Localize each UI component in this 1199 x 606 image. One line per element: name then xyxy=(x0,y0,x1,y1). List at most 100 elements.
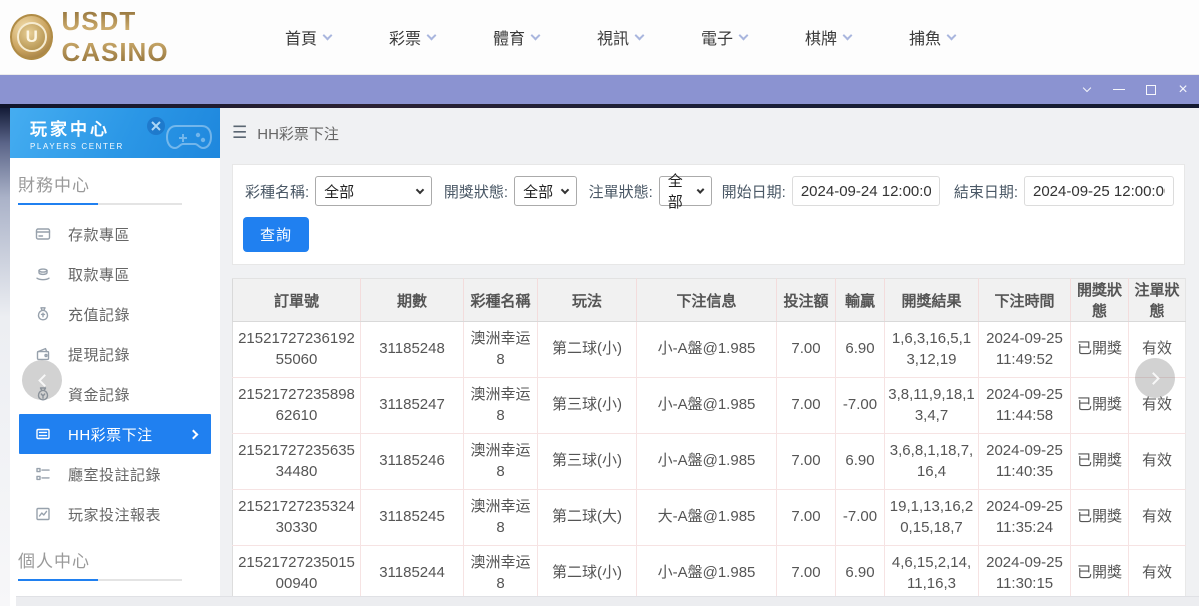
column-header: 開獎結果 xyxy=(884,278,979,322)
lottery-bet-icon xyxy=(35,426,51,442)
sidebar-item-label: 取款專區 xyxy=(68,266,131,284)
table-cell: 第三球(小) xyxy=(537,433,637,490)
section-underline xyxy=(18,203,182,205)
deposit-icon xyxy=(35,226,51,242)
chevron-right-icon xyxy=(188,429,199,439)
nav-item-label: 首頁 xyxy=(284,31,317,48)
table-cell: 小-A盤@1.985 xyxy=(636,545,777,602)
table-cell: 2024-09-25 11:49:52 xyxy=(978,321,1071,378)
table-cell: 3,8,11,9,18,13,4,7 xyxy=(884,377,979,434)
nav-item-label: 捕魚 xyxy=(908,31,941,48)
table-cell: 2024-09-25 11:44:58 xyxy=(978,377,1071,434)
window-titlebar: × xyxy=(0,75,1199,104)
table-cell: 已開獎 xyxy=(1070,545,1129,602)
table-row: 2152172723619255060 31185248 澳洲幸运8 第二球(小) 小-… xyxy=(232,321,1186,378)
column-header: 彩種名稱 xyxy=(463,278,538,322)
nav-item[interactable]: 捕魚 xyxy=(884,25,980,49)
table-cell: 4,6,15,2,14,11,16,3 xyxy=(884,545,979,602)
column-header: 玩法 xyxy=(537,278,637,322)
chevron-down-icon xyxy=(696,185,705,194)
table-cell: 小-A盤@1.985 xyxy=(636,321,777,378)
table-cell: 31185246 xyxy=(360,433,464,490)
table-cell: 7.00 xyxy=(776,321,836,378)
draw-status-select[interactable]: 全部 xyxy=(514,176,577,206)
nav-item[interactable]: 體育 xyxy=(468,25,564,49)
table-cell: 2152172723563534480 xyxy=(232,433,361,490)
main-nav: 首頁 彩票 體育 視訊 電子 棋牌 捕魚 xyxy=(260,25,988,49)
table-cell: 澳洲幸运8 xyxy=(463,433,538,490)
search-button[interactable]: 查詢 xyxy=(243,217,310,252)
table-cell: 澳洲幸运8 xyxy=(463,377,538,434)
nav-item-label: 電子 xyxy=(700,31,733,48)
column-header: 注單狀態 xyxy=(1128,278,1186,322)
table-cell: 6.90 xyxy=(835,321,885,378)
maximize-icon[interactable] xyxy=(1135,75,1167,104)
gamepad-icon xyxy=(147,117,213,150)
table-cell: 7.00 xyxy=(776,489,836,546)
table-cell: 小-A盤@1.985 xyxy=(636,433,777,490)
table-cell: 31185247 xyxy=(360,377,464,434)
table-cell: 2024-09-25 11:35:24 xyxy=(978,489,1071,546)
table-header-row: 訂單號 期數 彩種名稱 玩法 下注信息 投注額 輸贏 開獎結果 下注時間 開獎狀態 注單狀態 xyxy=(232,278,1186,322)
table-cell: 已開獎 xyxy=(1070,433,1129,490)
sidebar-item-存款專區[interactable]: 存款專區 xyxy=(19,214,211,254)
draw-status-label: 開獎狀態: xyxy=(443,183,509,201)
table-body: 2152172723619255060 31185248 澳洲幸运8 第二球(小) 小-… xyxy=(232,321,1186,606)
table-cell: 澳洲幸运8 xyxy=(463,321,538,378)
chevron-down-icon xyxy=(738,30,749,40)
table-cell: 第二球(大) xyxy=(537,489,637,546)
nav-item-label: 視訊 xyxy=(596,31,629,48)
logo-coin-icon: U xyxy=(10,14,54,60)
sidebar-item-label: HH彩票下注 xyxy=(68,426,153,444)
hall-bet-record-icon xyxy=(35,466,51,482)
minimize-icon[interactable] xyxy=(1103,75,1135,104)
table-cell: 31185248 xyxy=(360,321,464,378)
sidebar: 玩家中心 PLAYERS CENTER 財務中心 存款專區 取款專區 充值記錄 提現記錄… xyxy=(0,108,220,606)
nav-item[interactable]: 首頁 xyxy=(260,25,356,49)
site-header: U USDT CASINO 首頁 彩票 體育 視訊 電子 棋牌 捕魚 xyxy=(0,0,1199,75)
lottery-name-select[interactable]: 全部 xyxy=(315,176,432,206)
nav-item[interactable]: 視訊 xyxy=(572,25,668,49)
table-cell: 6.90 xyxy=(835,545,885,602)
hamburger-icon[interactable]: ☰ xyxy=(232,123,247,143)
nav-item[interactable]: 彩票 xyxy=(364,25,460,49)
order-status-select[interactable]: 全部 xyxy=(658,173,712,211)
bets-table: 訂單號 期數 彩種名稱 玩法 下注信息 投注額 輸贏 開獎結果 下注時間 開獎狀態 注單狀態 215… xyxy=(232,278,1186,606)
table-row: 2152172723501500940 31185244 澳洲幸运8 第二球(小) 小-… xyxy=(232,545,1186,602)
sidebar-item-取款專區[interactable]: 取款專區 xyxy=(19,254,211,294)
sidebar-edge-decoration xyxy=(0,108,10,606)
table-cell: -7.00 xyxy=(835,377,885,434)
horizontal-scrollbar[interactable] xyxy=(16,596,1199,606)
sidebar-item-label: 存款專區 xyxy=(68,226,131,244)
table-cell: 6.90 xyxy=(835,433,885,490)
sidebar-item-label: 資金記錄 xyxy=(68,386,131,404)
sidebar-item-充值記錄[interactable]: 充值記錄 xyxy=(19,294,211,334)
table-cell: 有效 xyxy=(1128,489,1186,546)
table-cell: -7.00 xyxy=(835,489,885,546)
sidebar-item-HH彩票下注[interactable]: HH彩票下注 xyxy=(19,414,211,454)
table-cell: 第二球(小) xyxy=(537,321,637,378)
nav-item[interactable]: 棋牌 xyxy=(780,25,876,49)
scroll-right-button[interactable] xyxy=(1135,358,1175,398)
sidebar-item-玩家投注報表[interactable]: 玩家投注報表 xyxy=(19,494,211,534)
end-date-input[interactable] xyxy=(1024,176,1174,206)
chevron-down-icon xyxy=(415,185,425,194)
breadcrumb: ☰ HH彩票下注 xyxy=(232,118,1185,148)
titlebar-collapse-icon[interactable] xyxy=(1071,75,1103,104)
table-cell: 7.00 xyxy=(776,433,836,490)
nav-item-label: 體育 xyxy=(492,31,525,48)
sidebar-item-廳室投註記錄[interactable]: 廳室投註記錄 xyxy=(19,454,211,494)
close-icon[interactable]: × xyxy=(1167,75,1199,104)
table-cell: 2024-09-25 11:30:15 xyxy=(978,545,1071,602)
column-header: 訂單號 xyxy=(232,278,361,322)
nav-item[interactable]: 電子 xyxy=(676,25,772,49)
table-cell: 已開獎 xyxy=(1070,377,1129,434)
logo-letter: U xyxy=(16,22,47,52)
player-center-header: 玩家中心 PLAYERS CENTER xyxy=(10,108,220,158)
column-header: 下注時間 xyxy=(978,278,1071,322)
table-cell: 大-A盤@1.985 xyxy=(636,489,777,546)
main-content: ☰ HH彩票下注 彩種名稱: 全部 開獎狀態: 全部 注單狀態: 全部 開始日期… xyxy=(220,108,1199,606)
logo: U USDT CASINO xyxy=(10,6,240,68)
start-date-input[interactable] xyxy=(791,176,940,206)
collapse-sidebar-button[interactable] xyxy=(22,360,62,400)
